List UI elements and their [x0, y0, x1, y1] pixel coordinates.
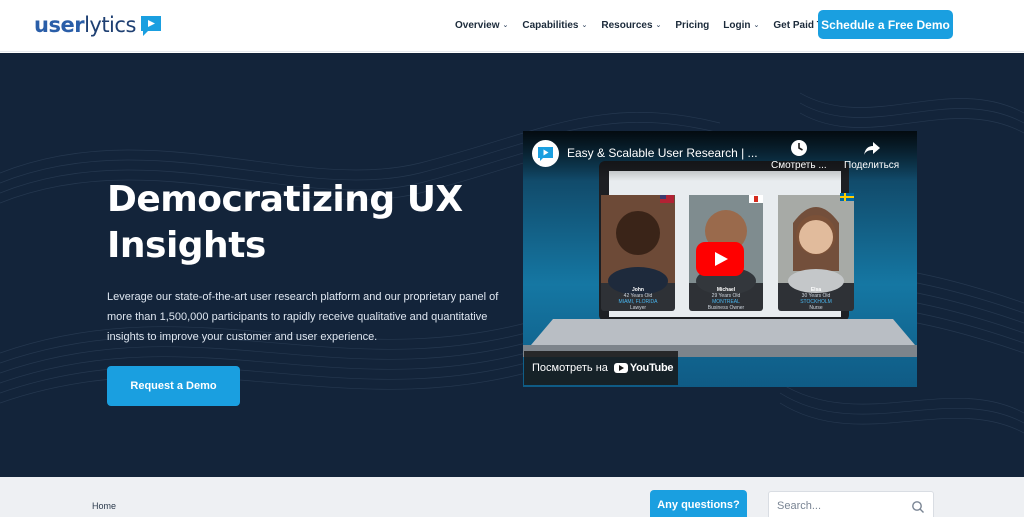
watch-on-label: Посмотреть на	[532, 362, 608, 374]
breadcrumb-home[interactable]: Home	[92, 501, 116, 511]
chevron-down-icon: ⌄	[753, 22, 760, 29]
share-arrow-icon	[863, 139, 881, 157]
nav-resources-label: Resources	[601, 19, 653, 31]
chevron-down-icon: ⌄	[655, 22, 662, 29]
youtube-video-embed[interactable]: John 42 Years Old MIAMI, FLORIDA Lawyer …	[523, 131, 917, 387]
userlytics-logo[interactable]: user lytics	[34, 12, 163, 38]
search-icon[interactable]	[911, 500, 925, 514]
site-header: user lytics Overview ⌄ Capabilities ⌄ Re…	[0, 0, 1024, 52]
hero-title-line2: Insights	[107, 225, 266, 266]
share-button[interactable]: Поделиться	[844, 139, 899, 171]
watch-later-button[interactable]: Смотреть ...	[771, 139, 827, 171]
watch-on-youtube-button[interactable]: Посмотреть на YouTube	[524, 351, 678, 385]
youtube-logo: YouTube	[613, 362, 674, 374]
schedule-demo-button[interactable]: Schedule a Free Demo	[818, 10, 953, 39]
participant-role: Lawyer	[629, 305, 647, 311]
logo-text-lytics: lytics	[84, 13, 136, 37]
nav-capabilities[interactable]: Capabilities ⌄	[522, 20, 587, 31]
logo-play-icon	[139, 14, 163, 36]
nav-pricing-label: Pricing	[675, 19, 710, 31]
nav-pricing[interactable]: Pricing	[675, 20, 709, 31]
video-title[interactable]: Easy & Scalable User Research | ...	[567, 146, 758, 160]
nav-capabilities-label: Capabilities	[522, 19, 579, 31]
youtube-label: YouTube	[629, 362, 674, 374]
hero-title-line1: Democratizing UX	[107, 179, 463, 220]
participant-role: Nurse	[809, 305, 823, 311]
nav-resources[interactable]: Resources ⌄	[601, 20, 661, 31]
clock-icon	[790, 139, 808, 157]
hero-title: Democratizing UX Insights	[107, 177, 467, 269]
search-input[interactable]	[777, 500, 907, 512]
participant-card-michael: Michael 29 Years Old MONTREAL Business O…	[691, 287, 761, 311]
nav-login-label: Login	[723, 19, 751, 31]
request-demo-button[interactable]: Request a Demo	[107, 366, 240, 406]
youtube-play-icon	[613, 363, 628, 373]
chevron-down-icon: ⌄	[581, 22, 588, 29]
nav-overview[interactable]: Overview ⌄	[455, 20, 508, 31]
nav-login[interactable]: Login ⌄	[723, 20, 759, 31]
watch-later-label: Смотреть ...	[771, 160, 827, 171]
nav-overview-label: Overview	[455, 19, 500, 31]
hero-section: Democratizing UX Insights Leverage our s…	[0, 53, 1024, 477]
play-icon[interactable]	[696, 242, 744, 276]
channel-avatar[interactable]	[532, 140, 559, 167]
participant-card-john: John 42 Years Old MIAMI, FLORIDA Lawyer	[603, 287, 673, 311]
share-label: Поделиться	[844, 160, 900, 171]
any-questions-button[interactable]: Any questions?	[650, 490, 747, 517]
search-box	[768, 491, 934, 517]
participant-role: Business Owner	[707, 305, 745, 311]
chevron-down-icon: ⌄	[502, 22, 509, 29]
hero-description: Leverage our state-of-the-art user resea…	[107, 291, 499, 343]
main-nav: Overview ⌄ Capabilities ⌄ Resources ⌄ Pr…	[455, 0, 865, 50]
participant-card-elsa: Elsa 30 Years Old STOCKHOLM Nurse	[781, 287, 851, 311]
logo-text-user: user	[34, 13, 85, 37]
